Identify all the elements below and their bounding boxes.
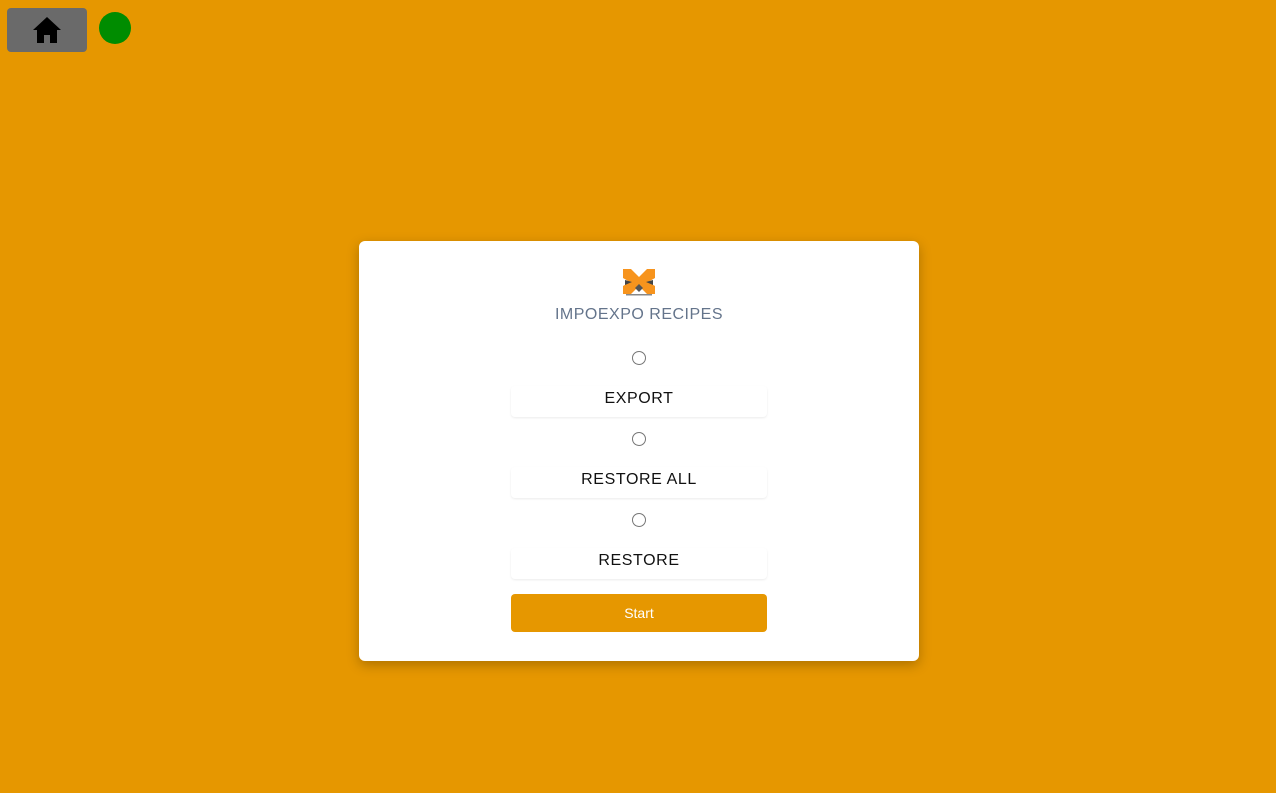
restore-label[interactable]: RESTORE: [511, 548, 767, 579]
home-button[interactable]: [7, 8, 87, 52]
page-title: IMPOEXPO RECIPES: [554, 306, 724, 323]
restore-all-radio[interactable]: [632, 432, 646, 446]
status-indicator: [99, 12, 131, 44]
option-export: EXPORT: [511, 350, 767, 418]
home-icon: [33, 17, 61, 43]
restore-radio[interactable]: [632, 513, 646, 527]
option-restore-all: RESTORE ALL: [511, 431, 767, 499]
export-label[interactable]: EXPORT: [511, 386, 767, 417]
restore-all-label[interactable]: RESTORE ALL: [511, 467, 767, 498]
option-restore: RESTORE: [511, 512, 767, 580]
start-button[interactable]: Start: [511, 594, 767, 632]
tmg-logo-icon: [623, 269, 655, 296]
impoexpo-card: IMPOEXPO RECIPES EXPORT RESTORE ALL REST…: [359, 241, 919, 661]
export-radio[interactable]: [632, 351, 646, 365]
